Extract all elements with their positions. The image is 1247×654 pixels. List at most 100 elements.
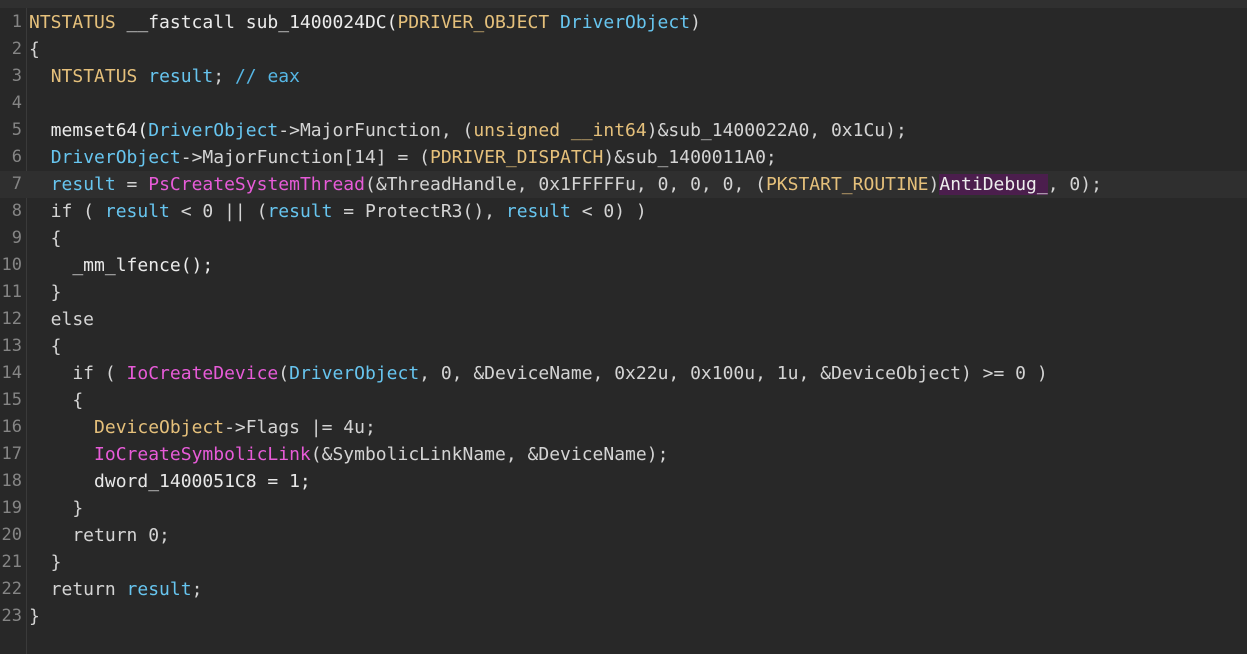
code-token[interactable]: ->MajorFunction, ( xyxy=(278,120,473,141)
code-line[interactable]: 15 { xyxy=(0,387,1247,414)
code-token[interactable]: ) xyxy=(929,174,940,195)
code-text[interactable]: { xyxy=(29,333,62,360)
code-token[interactable]: _mm_lfence(); xyxy=(29,255,213,276)
code-token[interactable]: ->Flags |= 4u; xyxy=(224,417,376,438)
code-token[interactable]: (&SymbolicLinkName, &DeviceName); xyxy=(311,444,669,465)
code-token[interactable]: { xyxy=(29,228,62,249)
code-token[interactable]: { xyxy=(29,390,83,411)
code-token[interactable]: DriverObject xyxy=(51,147,181,168)
code-text[interactable]: _mm_lfence(); xyxy=(29,252,213,279)
code-line[interactable]: 22 return result; xyxy=(0,576,1247,603)
code-token[interactable]: memset64( xyxy=(29,120,149,141)
code-token[interactable]: < 0) ) xyxy=(571,201,647,222)
code-line[interactable]: 8 if ( result < 0 || (result = ProtectR3… xyxy=(0,198,1247,225)
code-token[interactable]: (&ThreadHandle, 0x1FFFFFu, 0, 0, 0, ( xyxy=(365,174,766,195)
code-area[interactable]: 1 NTSTATUS __fastcall sub_1400024DC(PDRIV… xyxy=(0,9,1247,630)
code-line[interactable]: 16 DeviceObject->Flags |= 4u; xyxy=(0,414,1247,441)
code-token[interactable]: } xyxy=(29,498,83,519)
code-token[interactable]: PDRIVER_DISPATCH xyxy=(430,147,603,168)
code-text[interactable]: { xyxy=(29,387,83,414)
code-token[interactable] xyxy=(29,174,51,195)
code-text[interactable]: return result; xyxy=(29,576,203,603)
code-text[interactable]: IoCreateSymbolicLink(&SymbolicLinkName, … xyxy=(29,441,668,468)
code-text[interactable]: } xyxy=(29,549,62,576)
code-line[interactable]: 2{ xyxy=(0,36,1247,63)
code-line[interactable]: 5 memset64(DriverObject->MajorFunction, … xyxy=(0,117,1247,144)
code-line[interactable]: 6 DriverObject->MajorFunction[14] = (PDR… xyxy=(0,144,1247,171)
code-line[interactable]: 12 else xyxy=(0,306,1247,333)
code-token[interactable]: } xyxy=(29,282,62,303)
code-token[interactable]: else xyxy=(29,309,94,330)
code-line[interactable]: 17 IoCreateSymbolicLink(&SymbolicLinkNam… xyxy=(0,441,1247,468)
code-token[interactable]: return xyxy=(29,579,127,600)
code-token[interactable]: ) xyxy=(690,12,701,33)
code-token[interactable]: unsigned __int64 xyxy=(473,120,646,141)
code-token[interactable]: PDRIVER_OBJECT xyxy=(397,12,549,33)
code-token[interactable]: ; xyxy=(192,579,203,600)
code-text[interactable]: NTSTATUS __fastcall sub_1400024DC(PDRIVE… xyxy=(29,9,701,36)
code-token[interactable]: IoCreateDevice xyxy=(127,363,279,384)
code-line[interactable]: 9 { xyxy=(0,225,1247,252)
code-token[interactable] xyxy=(29,147,51,168)
code-token[interactable]: result xyxy=(267,201,332,222)
code-token[interactable]: return 0; xyxy=(29,525,170,546)
code-line[interactable]: 18 dword_1400051C8 = 1; xyxy=(0,468,1247,495)
code-token[interactable]: } xyxy=(29,552,62,573)
code-token[interactable]: { xyxy=(29,39,40,60)
code-text[interactable]: dword_1400051C8 = 1; xyxy=(29,468,311,495)
code-text[interactable]: memset64(DriverObject->MajorFunction, (u… xyxy=(29,117,907,144)
code-line[interactable]: 3 NTSTATUS result; // eax xyxy=(0,63,1247,90)
code-line[interactable]: 23} xyxy=(0,603,1247,630)
code-token[interactable]: IoCreateSymbolicLink xyxy=(94,444,311,465)
code-text[interactable]: else xyxy=(29,306,94,333)
code-token[interactable]: if ( xyxy=(29,363,127,384)
code-token[interactable]: < 0 || ( xyxy=(170,201,268,222)
code-token[interactable]: result xyxy=(127,579,192,600)
code-token[interactable]: NTSTATUS xyxy=(29,12,116,33)
code-text[interactable]: DriverObject->MajorFunction[14] = (PDRIV… xyxy=(29,144,777,171)
code-token[interactable]: , 0); xyxy=(1048,174,1102,195)
code-token[interactable]: = xyxy=(116,174,149,195)
code-token[interactable]: } xyxy=(29,606,40,627)
code-token[interactable]: // eax xyxy=(235,66,300,87)
code-line[interactable]: 20 return 0; xyxy=(0,522,1247,549)
code-token[interactable]: dword_1400051C8 = 1; xyxy=(29,471,311,492)
code-token[interactable]: )&sub_1400011A0; xyxy=(603,147,776,168)
code-text[interactable]: NTSTATUS result; // eax xyxy=(29,63,300,90)
code-token[interactable]: if ( xyxy=(29,201,105,222)
code-text[interactable]: { xyxy=(29,36,40,63)
code-line[interactable]: 13 { xyxy=(0,333,1247,360)
code-text[interactable]: { xyxy=(29,225,62,252)
code-token[interactable]: { xyxy=(29,336,62,357)
code-token[interactable]: ( xyxy=(278,363,289,384)
code-text[interactable]: } xyxy=(29,495,83,522)
code-token[interactable]: PKSTART_ROUTINE xyxy=(766,174,929,195)
code-token[interactable]: NTSTATUS xyxy=(51,66,138,87)
code-token[interactable]: )&sub_1400022A0, 0x1Cu); xyxy=(647,120,907,141)
code-line[interactable]: 21 } xyxy=(0,549,1247,576)
code-line[interactable]: 1 NTSTATUS __fastcall sub_1400024DC(PDRIV… xyxy=(0,9,1247,36)
code-token[interactable]: DriverObject xyxy=(148,120,278,141)
code-token[interactable]: PsCreateSystemThread xyxy=(148,174,365,195)
code-token[interactable]: AntiDebug_ xyxy=(939,174,1048,195)
code-line[interactable]: 10 _mm_lfence(); xyxy=(0,252,1247,279)
code-line[interactable]: 14 if ( IoCreateDevice(DriverObject, 0, … xyxy=(0,360,1247,387)
code-token[interactable]: result xyxy=(51,174,116,195)
code-token[interactable]: , 0, &DeviceName, 0x22u, 0x100u, 1u, &De… xyxy=(419,363,1048,384)
code-token[interactable]: result xyxy=(506,201,571,222)
code-line[interactable]: 7 result = PsCreateSystemThread(&ThreadH… xyxy=(0,171,1247,198)
code-text[interactable]: if ( IoCreateDevice(DriverObject, 0, &De… xyxy=(29,360,1048,387)
code-token[interactable]: DeviceObject xyxy=(94,417,224,438)
code-token[interactable]: __fastcall sub_1400024DC( xyxy=(116,12,398,33)
code-text[interactable]: DeviceObject->Flags |= 4u; xyxy=(29,414,376,441)
code-line[interactable]: 11 } xyxy=(0,279,1247,306)
code-token[interactable]: DriverObject xyxy=(549,12,690,33)
pseudocode-editor[interactable]: _ _ · _ _ 1 NTSTATUS __fastcall sub_14000… xyxy=(0,0,1247,654)
code-token[interactable]: result xyxy=(137,66,213,87)
code-line[interactable]: 4 xyxy=(0,90,1247,117)
code-token[interactable] xyxy=(29,417,94,438)
code-line[interactable]: 19 } xyxy=(0,495,1247,522)
code-token[interactable] xyxy=(29,444,94,465)
code-text[interactable]: } xyxy=(29,279,62,306)
code-token[interactable]: DriverObject xyxy=(289,363,419,384)
